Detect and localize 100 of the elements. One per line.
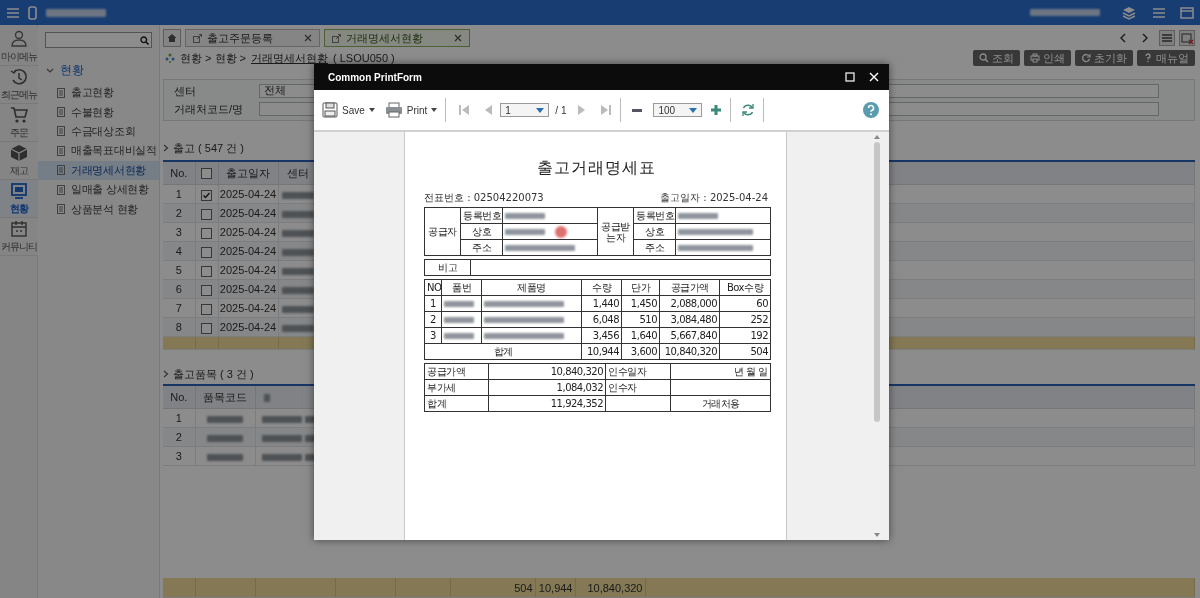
window-icon[interactable] [1180, 5, 1194, 20]
blurred-text [207, 453, 243, 461]
total-cell: 504 [719, 343, 771, 360]
slip-number: 전표번호 : 02504220073 [424, 192, 544, 204]
menu-icon[interactable] [6, 6, 20, 19]
menu-item[interactable]: 일매출 상세현황 [38, 179, 159, 200]
row-checkbox[interactable] [201, 189, 212, 201]
blurred-text [282, 286, 314, 294]
close-window-icon[interactable] [1179, 30, 1195, 46]
first-page-icon[interactable] [458, 104, 471, 116]
zoom-select[interactable]: 100 [653, 103, 703, 117]
table-cell: 3,084,480 [659, 311, 720, 328]
menu-item[interactable]: 수불현황 [38, 102, 159, 122]
table-cell: 192 [719, 327, 771, 344]
action-button[interactable]: 초기화 [1075, 50, 1133, 66]
blurred-text [261, 453, 302, 461]
row-checkbox[interactable] [201, 265, 212, 277]
chevron-right-icon[interactable] [163, 370, 169, 378]
menu-item[interactable]: 상품분석 현황 [38, 199, 159, 219]
menu-group[interactable]: 현황 [60, 62, 84, 79]
home-button[interactable] [163, 29, 181, 47]
list-icon[interactable] [1159, 30, 1175, 46]
row-checkbox[interactable] [201, 322, 212, 334]
document-icon [57, 87, 65, 98]
row-checkbox[interactable] [201, 303, 212, 315]
action-button[interactable]: 매뉴얼 [1137, 50, 1195, 66]
blurred-text [282, 248, 314, 256]
party-label: 공급받는자 [597, 207, 634, 256]
page-total: / 1 [555, 104, 567, 116]
summary-value: 거래처용 [670, 395, 771, 412]
table-cell: 2025-04-24 [218, 185, 278, 204]
chevron-right-icon[interactable] [163, 144, 169, 152]
summary-value: 10,840,320 [488, 363, 606, 380]
print-button[interactable]: Print [384, 102, 438, 118]
blurred-text [207, 434, 243, 442]
menu-item[interactable]: 출고현황 [38, 83, 159, 103]
menu-item[interactable]: 거래명세서현황 [38, 160, 159, 180]
external-link-icon [332, 33, 341, 43]
menu-item[interactable]: 수금대상조회 [38, 121, 159, 142]
save-button[interactable]: Save [322, 102, 375, 118]
maximize-icon[interactable] [845, 72, 855, 82]
table-cell: 3 [424, 327, 442, 344]
total-cell: 10,944 [535, 578, 575, 598]
summary-value: 년 월 일 [670, 363, 771, 380]
refresh-icon[interactable] [741, 103, 756, 117]
breadcrumb-path: 현황 > 현황 > [180, 50, 247, 66]
caret-down-icon [368, 108, 375, 112]
section-title: 출고품목 ( 3 건 ) [173, 366, 254, 382]
chevron-left-icon[interactable] [1119, 33, 1127, 43]
row-checkbox[interactable] [201, 284, 212, 296]
tab[interactable]: 출고주문등록 [185, 29, 320, 47]
rail-menu-item[interactable]: 최근메뉴 [0, 66, 38, 104]
table-cell: 1,450 [621, 295, 660, 312]
menu-item[interactable]: 매출목표대비실적 [38, 141, 159, 161]
help-icon[interactable] [863, 102, 879, 118]
table-cell: 1 [424, 295, 442, 312]
zoom-in-icon[interactable] [710, 104, 723, 116]
history-icon [10, 67, 28, 86]
party-label: 공급자 [424, 207, 461, 256]
rail-menu-item[interactable]: 주문 [0, 104, 38, 142]
person-icon [10, 29, 28, 48]
list-icon[interactable] [1152, 5, 1166, 20]
column-header: 공급가액 [659, 279, 720, 296]
breadcrumb-link[interactable]: 거래명세서현황 [251, 50, 329, 66]
search-icon[interactable] [140, 35, 149, 45]
action-button[interactable]: 인쇄 [1024, 50, 1071, 66]
search-field[interactable] [45, 32, 152, 48]
chevron-down-icon[interactable] [46, 66, 54, 75]
column-header: 제품명 [481, 279, 582, 296]
document-icon [57, 107, 65, 118]
rail-menu-item[interactable]: 커뮤니티 [0, 218, 38, 256]
column-header: Box수량 [719, 279, 771, 296]
field-label: 주소 [633, 239, 676, 256]
row-checkbox[interactable] [201, 208, 212, 220]
blurred-text [282, 191, 314, 199]
row-checkbox[interactable] [201, 246, 212, 258]
rail-menu-item[interactable]: 현황 [0, 180, 38, 218]
blurred-text [444, 316, 474, 323]
rail-menu-item[interactable]: 재고 [0, 142, 38, 180]
column-header: 품번 [441, 279, 482, 296]
blurred-text [282, 267, 314, 275]
chevron-right-icon[interactable] [1141, 33, 1149, 43]
blurred-text [1030, 9, 1100, 16]
scroll-up-icon [874, 135, 880, 139]
section-title: 출고 ( 547 건 ) [173, 140, 244, 156]
table-cell: 3,456 [581, 327, 622, 344]
column-header: 출고일자 [218, 162, 278, 185]
action-button[interactable]: 조회 [973, 50, 1020, 66]
total-cell: 10,840,320 [575, 578, 645, 598]
blurred-text [261, 434, 302, 442]
page-select[interactable]: 1 [500, 103, 550, 117]
dialog-title: Common PrintForm [328, 71, 422, 83]
last-page-icon[interactable] [600, 104, 613, 116]
header-checkbox[interactable] [201, 168, 212, 180]
tab[interactable]: 거래명세서현황 [324, 29, 470, 47]
table-cell: 6,048 [581, 311, 622, 328]
row-checkbox[interactable] [201, 227, 212, 239]
summary-label: 부가세 [424, 379, 489, 396]
layers-icon[interactable] [1122, 5, 1136, 20]
rail-menu-item[interactable]: 마이메뉴 [0, 28, 38, 66]
